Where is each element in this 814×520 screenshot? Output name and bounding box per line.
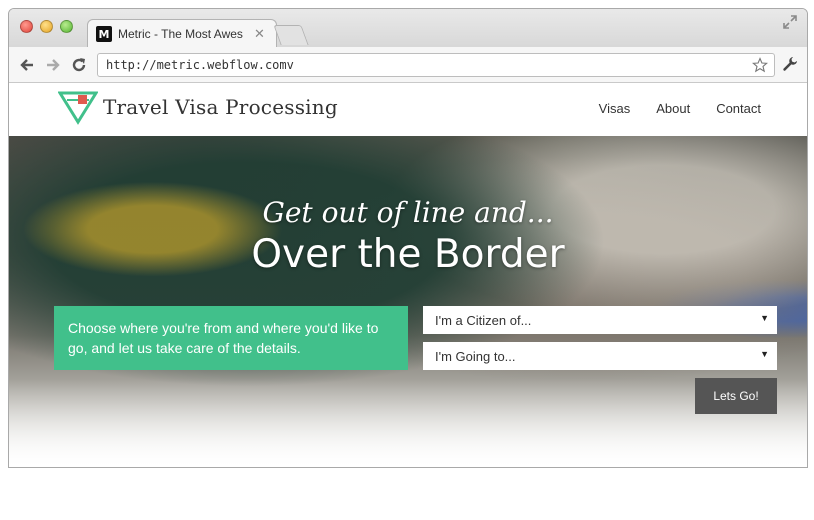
site-header: Travel Visa Processing Visas About Conta… bbox=[9, 83, 807, 136]
forward-arrow-icon[interactable] bbox=[44, 56, 62, 74]
citizen-select[interactable]: I'm a Citizen of... ▼ bbox=[423, 306, 777, 334]
favicon-icon: M bbox=[96, 26, 112, 42]
browser-window: M Metric - The Most Awes ✕ http://metric… bbox=[8, 8, 808, 468]
destination-select-label: I'm Going to... bbox=[435, 348, 516, 364]
reload-icon[interactable] bbox=[70, 56, 88, 74]
url-text: http://metric.webflow.comv bbox=[106, 58, 294, 72]
tab-strip: M Metric - The Most Awes ✕ bbox=[9, 9, 807, 48]
chevron-down-icon: ▼ bbox=[760, 313, 769, 323]
tab-title: Metric - The Most Awes bbox=[118, 27, 243, 41]
citizen-select-label: I'm a Citizen of... bbox=[435, 312, 532, 328]
tab-close-icon[interactable]: ✕ bbox=[254, 26, 265, 42]
star-icon[interactable] bbox=[752, 57, 768, 73]
resize-icon[interactable] bbox=[783, 15, 797, 29]
nav-link-contact[interactable]: Contact bbox=[716, 101, 761, 116]
brand-name[interactable]: Travel Visa Processing bbox=[103, 95, 338, 119]
lets-go-button[interactable]: Lets Go! bbox=[695, 378, 777, 414]
hero-tagline: Get out of line and... bbox=[262, 196, 554, 229]
site-nav: Visas About Contact bbox=[599, 101, 761, 116]
chevron-down-icon: ▼ bbox=[760, 349, 769, 359]
close-window-button[interactable] bbox=[20, 20, 33, 33]
nav-link-visas[interactable]: Visas bbox=[599, 101, 631, 116]
destination-select[interactable]: I'm Going to... ▼ bbox=[423, 342, 777, 370]
nav-link-about[interactable]: About bbox=[656, 101, 690, 116]
browser-toolbar: http://metric.webflow.comv bbox=[9, 47, 807, 83]
wrench-icon[interactable] bbox=[781, 55, 799, 73]
page-viewport: Travel Visa Processing Visas About Conta… bbox=[9, 83, 807, 467]
hero-title: Over the Border bbox=[251, 232, 565, 277]
maximize-window-button[interactable] bbox=[60, 20, 73, 33]
minimize-window-button[interactable] bbox=[40, 20, 53, 33]
intro-text: Choose where you're from and where you'd… bbox=[54, 306, 408, 370]
logo-icon[interactable] bbox=[58, 91, 98, 125]
browser-tab[interactable]: M Metric - The Most Awes ✕ bbox=[87, 19, 277, 48]
window-controls bbox=[20, 20, 73, 33]
hero-fade bbox=[9, 379, 807, 467]
back-arrow-icon[interactable] bbox=[18, 56, 36, 74]
hero-section: Get out of line and... Over the Border C… bbox=[9, 136, 807, 467]
address-bar[interactable]: http://metric.webflow.comv bbox=[97, 53, 775, 77]
new-tab-button[interactable] bbox=[273, 25, 309, 45]
